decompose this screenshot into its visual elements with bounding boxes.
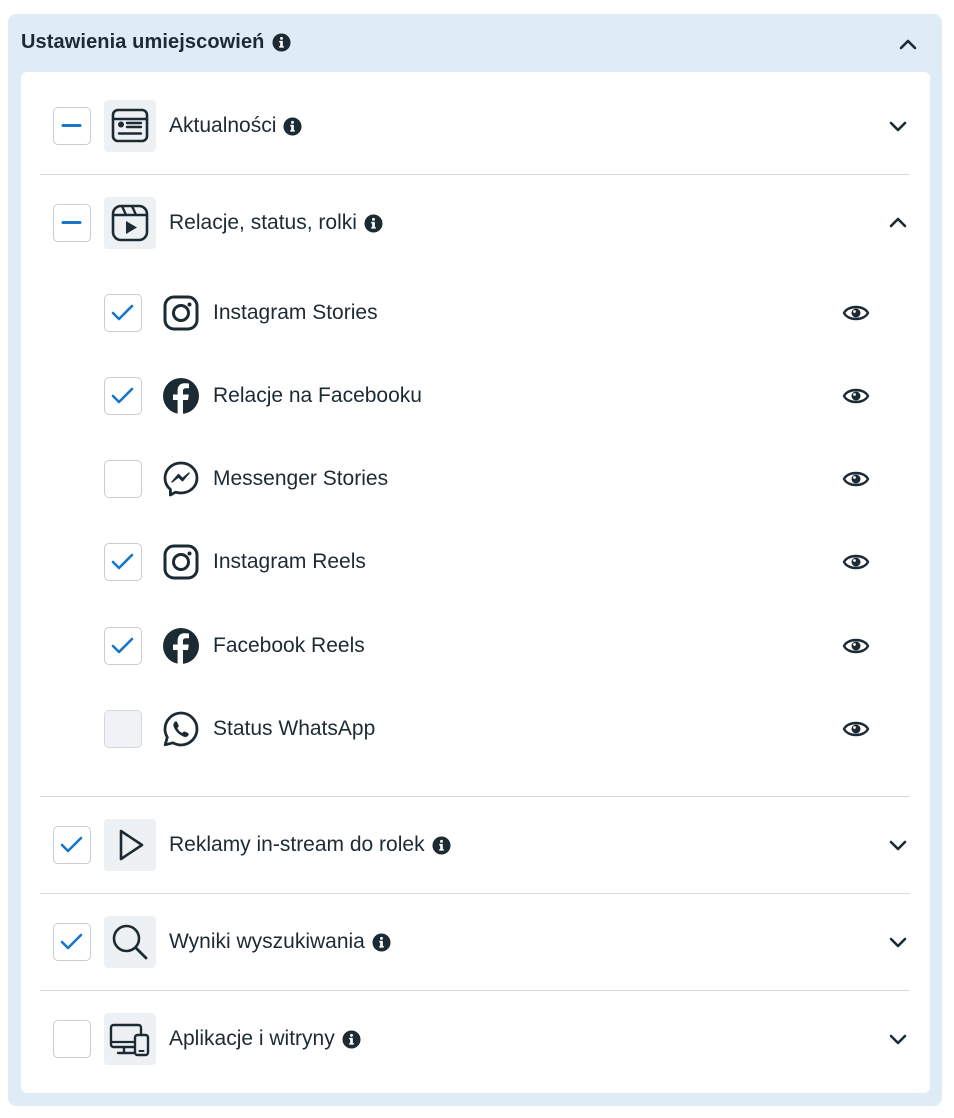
item-label: Relacje na Facebooku <box>213 384 422 407</box>
item-label: Facebook Reels <box>213 634 365 657</box>
stories-reels-icon <box>104 197 156 249</box>
item-label: Status WhatsApp <box>213 717 376 740</box>
divider <box>40 174 910 175</box>
chevron-down-icon[interactable] <box>887 1028 909 1050</box>
minus-icon <box>61 124 82 127</box>
section-label-instream[interactable]: Reklamy in-stream do rolek <box>169 833 451 857</box>
divider <box>40 990 910 991</box>
section-label-search[interactable]: Wyniki wyszukiwania <box>169 930 391 954</box>
checkbox-messenger-stories[interactable] <box>104 460 142 498</box>
messenger-icon <box>162 460 200 498</box>
checkbox-facebook-stories[interactable] <box>104 377 142 415</box>
checkmark-icon <box>60 836 83 853</box>
chevron-up-icon[interactable] <box>898 34 918 54</box>
item-label: Instagram Reels <box>213 550 366 573</box>
facebook-icon <box>162 627 200 665</box>
devices-icon <box>104 1013 156 1065</box>
panel-title-text: Ustawienia umiejscowień <box>21 31 265 53</box>
section-checkbox-instream[interactable] <box>53 826 91 864</box>
panel-header[interactable]: Ustawienia umiejscowień <box>8 14 942 74</box>
eye-icon[interactable] <box>842 632 870 660</box>
divider <box>40 893 910 894</box>
section-checkbox-feeds[interactable] <box>53 107 91 145</box>
chevron-down-icon[interactable] <box>887 834 909 856</box>
checkbox-facebook-reels[interactable] <box>104 627 142 665</box>
section-checkbox-stories[interactable] <box>53 204 91 242</box>
checkbox-whatsapp-status[interactable] <box>104 710 142 748</box>
section-checkbox-apps[interactable] <box>53 1020 91 1058</box>
info-icon[interactable] <box>271 33 291 52</box>
checkmark-icon <box>60 933 83 950</box>
info-icon[interactable] <box>432 835 451 855</box>
whatsapp-icon <box>162 710 200 748</box>
placements-card: Aktualności Relacje, status, rolki Insta… <box>21 72 930 1093</box>
eye-icon[interactable] <box>842 715 870 743</box>
search-icon <box>104 916 156 968</box>
eye-icon[interactable] <box>842 299 870 327</box>
checkmark-icon <box>111 637 134 654</box>
facebook-icon <box>162 377 200 415</box>
item-label: Instagram Stories <box>213 301 378 324</box>
divider <box>40 796 910 797</box>
section-label-stories[interactable]: Relacje, status, rolki <box>169 211 383 235</box>
info-icon[interactable] <box>283 116 302 136</box>
info-icon[interactable] <box>372 932 391 952</box>
section-label-feeds[interactable]: Aktualności <box>169 114 302 138</box>
checkbox-instagram-stories[interactable] <box>104 294 142 332</box>
item-label: Messenger Stories <box>213 467 389 490</box>
instagram-icon <box>162 543 200 581</box>
chevron-up-icon[interactable] <box>887 212 909 234</box>
eye-icon[interactable] <box>842 382 870 410</box>
panel-title: Ustawienia umiejscowień <box>21 31 291 54</box>
minus-icon <box>61 221 82 224</box>
eye-icon[interactable] <box>842 548 870 576</box>
chevron-down-icon[interactable] <box>887 115 909 137</box>
eye-icon[interactable] <box>842 465 870 493</box>
chevron-down-icon[interactable] <box>887 931 909 953</box>
info-icon[interactable] <box>342 1029 361 1049</box>
section-label-apps[interactable]: Aplikacje i witryny <box>169 1027 361 1051</box>
info-icon[interactable] <box>364 213 383 233</box>
play-icon <box>104 819 156 871</box>
checkbox-instagram-reels[interactable] <box>104 543 142 581</box>
instagram-icon <box>162 294 200 332</box>
checkmark-icon <box>111 553 134 570</box>
placement-settings-panel: Ustawienia umiejscowień Aktualności Rela… <box>8 14 942 1106</box>
section-checkbox-search[interactable] <box>53 923 91 961</box>
checkmark-icon <box>111 387 134 404</box>
checkmark-icon <box>111 304 134 321</box>
feed-icon <box>104 100 156 152</box>
